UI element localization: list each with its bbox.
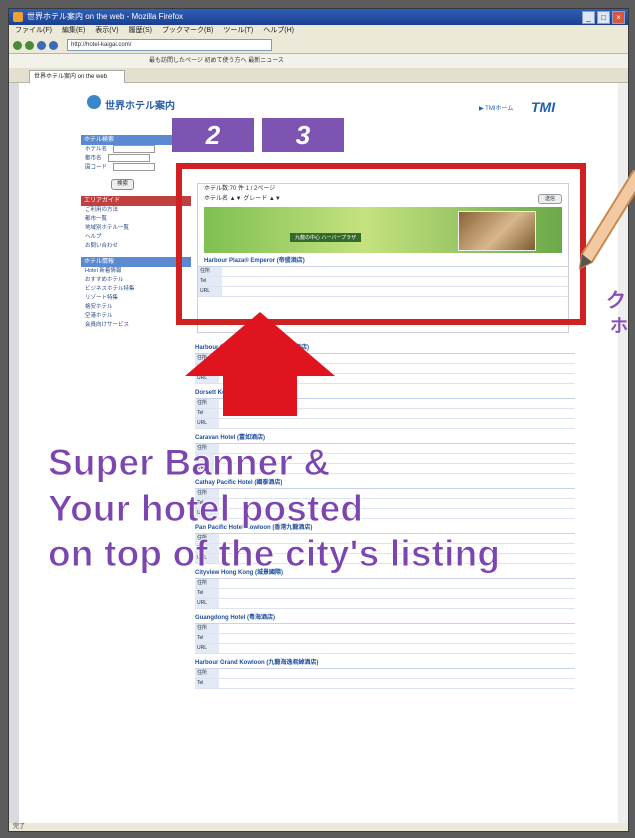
sidebar-item-members[interactable]: 会員向けサービス	[81, 321, 191, 330]
menu-view[interactable]: 表示(V)	[95, 25, 118, 37]
sidebar-item-resort[interactable]: リゾート特集	[81, 294, 191, 303]
red-arrow-icon	[185, 312, 335, 416]
sidebar: ホテル検索 ホテル名 都市名 国コード 検索 エリアガイド ご利用の方法 都市一…	[81, 129, 191, 389]
home-link[interactable]: ▶ TMIホーム	[479, 103, 513, 112]
brand-logo: TMI	[531, 99, 556, 115]
listing-row: Tel	[195, 589, 575, 599]
site-logo[interactable]: 世界ホテル案内	[87, 93, 187, 113]
step-3-tab: 3	[262, 118, 344, 152]
minimize-button[interactable]: _	[582, 11, 595, 24]
country-code-field[interactable]: 国コード	[81, 163, 191, 172]
sidebar-item-regions[interactable]: 地域別ホテル一覧	[81, 224, 191, 233]
site-logo-text: 世界ホテル案内	[105, 101, 175, 112]
pencil-icon	[578, 170, 635, 270]
sidebar-item-budget[interactable]: 格安ホテル	[81, 303, 191, 312]
hotel-info-title: ホテル情報	[81, 257, 191, 267]
area-guide-title: エリアガイド	[81, 196, 191, 206]
reload-icon[interactable]	[37, 40, 46, 50]
back-icon[interactable]	[13, 40, 22, 50]
menu-bar: ファイル(F) 編集(E) 表示(V) 履歴(S) ブックマーク(B) ツール(…	[9, 25, 628, 37]
url-field[interactable]: http://hotel-kaigai.com/	[67, 39, 272, 51]
firefox-icon	[13, 12, 23, 22]
tab-strip: 世界ホテル案内 on the web	[9, 68, 628, 83]
city-name-field[interactable]: 都市名	[81, 154, 191, 163]
menu-tools[interactable]: ツール(T)	[223, 25, 253, 37]
tab-hotel-guide[interactable]: 世界ホテル案内 on the web	[29, 70, 125, 83]
maximize-button[interactable]: □	[597, 11, 610, 24]
sidebar-item-recommended[interactable]: おすすめホテル	[81, 276, 191, 285]
globe-icon	[87, 95, 101, 109]
navigation-toolbar: http://hotel-kaigai.com/	[9, 37, 628, 54]
window-controls: _ □ ×	[582, 11, 625, 24]
listing-row: Tel	[195, 634, 575, 644]
step-2-tab: 2	[172, 118, 254, 152]
sidebar-item-help[interactable]: ヘルプ	[81, 233, 191, 242]
home-icon[interactable]	[49, 40, 58, 50]
caption-line-2: Your hotel posted	[47, 488, 364, 530]
caption-line-3: on top of the city's listing	[47, 533, 501, 575]
bookmarks-bar[interactable]: 最も訪問したページ 初めて使う方へ 最新ニュース	[9, 54, 628, 68]
caption-line-1: Super Banner &	[47, 442, 331, 484]
listing-row: URL	[195, 599, 575, 609]
search-button[interactable]: 検索	[111, 179, 135, 190]
listing-hotel-name[interactable]: Guangdong Hotel (粤海酒店)	[195, 613, 575, 624]
sidebar-item-business[interactable]: ビジネスホテル特集	[81, 285, 191, 294]
menu-edit[interactable]: 編集(E)	[62, 25, 85, 37]
title-bar: 世界ホテル案内 on the web - Mozilla Firefox _ □…	[9, 9, 628, 25]
sidebar-item-contact[interactable]: お問い合わせ	[81, 242, 191, 251]
listing-row: URL	[195, 419, 575, 429]
menu-bookmarks[interactable]: ブックマーク(B)	[162, 25, 213, 37]
sidebar-item-usage[interactable]: ご利用の方法	[81, 206, 191, 215]
menu-history[interactable]: 履歴(S)	[129, 25, 152, 37]
listing-row: 住所	[195, 624, 575, 634]
partial-jp-text-a: ク	[606, 290, 626, 312]
window-title: 世界ホテル案内 on the web - Mozilla Firefox	[27, 12, 184, 21]
forward-icon[interactable]	[25, 40, 34, 50]
listing-row: URL	[195, 644, 575, 654]
sidebar-item-new[interactable]: Hotel 新着情報	[81, 267, 191, 276]
highlight-frame	[176, 163, 586, 325]
status-bar: 完了	[9, 823, 628, 831]
sidebar-item-airport[interactable]: 空港ホテル	[81, 312, 191, 321]
listing-hotel-name[interactable]: Harbour Grand Kowloon (九龍海逸君綽酒店)	[195, 658, 575, 669]
menu-file[interactable]: ファイル(F)	[15, 25, 52, 37]
partial-jp-text-b: ホ	[610, 316, 628, 336]
menu-help[interactable]: ヘルプ(H)	[263, 25, 294, 37]
listing-row: 住所	[195, 579, 575, 589]
sidebar-item-cities[interactable]: 都市一覧	[81, 215, 191, 224]
listing-row: Tel	[195, 679, 575, 689]
listing-row: 住所	[195, 669, 575, 679]
close-button[interactable]: ×	[612, 11, 625, 24]
